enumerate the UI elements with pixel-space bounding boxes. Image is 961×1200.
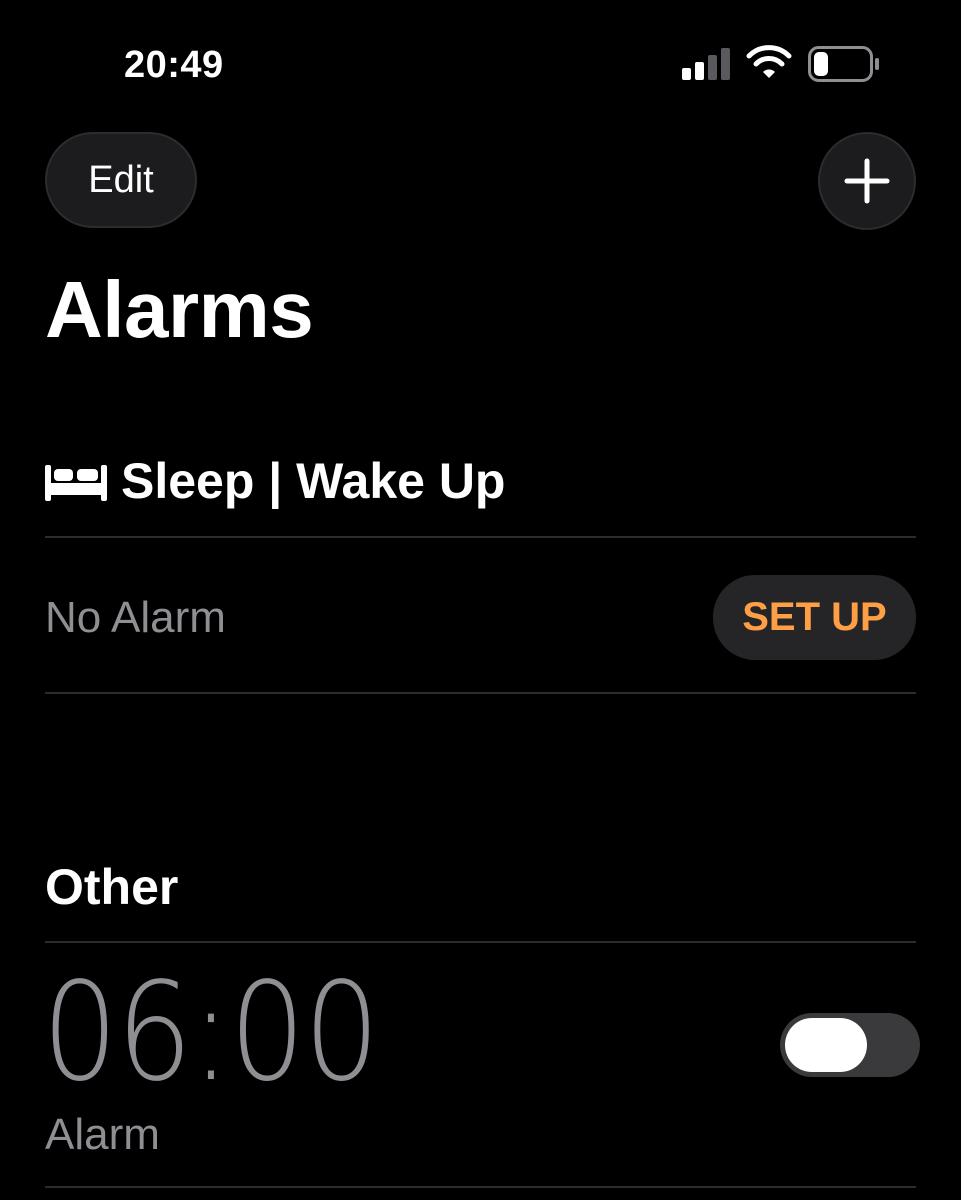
divider [45, 1186, 916, 1188]
sleep-section-title: Sleep | Wake Up [121, 453, 506, 509]
setup-button[interactable]: SET UP [713, 575, 916, 660]
sleep-alarm-status: No Alarm [45, 593, 226, 642]
divider [45, 692, 916, 694]
divider [45, 941, 916, 943]
other-section-title: Other [45, 859, 179, 915]
status-time: 20:49 [124, 44, 224, 86]
sleep-section-header: Sleep | Wake Up [45, 448, 505, 514]
toggle-knob [785, 1018, 867, 1072]
cellular-signal-icon [682, 48, 730, 80]
alarm-label: Alarm [45, 1110, 160, 1159]
bed-icon [45, 465, 107, 501]
wifi-icon [746, 45, 792, 78]
edit-button[interactable]: Edit [45, 132, 197, 228]
alarm-toggle[interactable] [780, 1013, 920, 1077]
add-alarm-button[interactable] [818, 132, 916, 230]
plus-icon [844, 158, 890, 204]
battery-icon [808, 46, 879, 82]
page-title: Alarms [45, 265, 314, 354]
divider [45, 536, 916, 538]
alarm-time[interactable]: 06:00 [42, 958, 380, 1108]
